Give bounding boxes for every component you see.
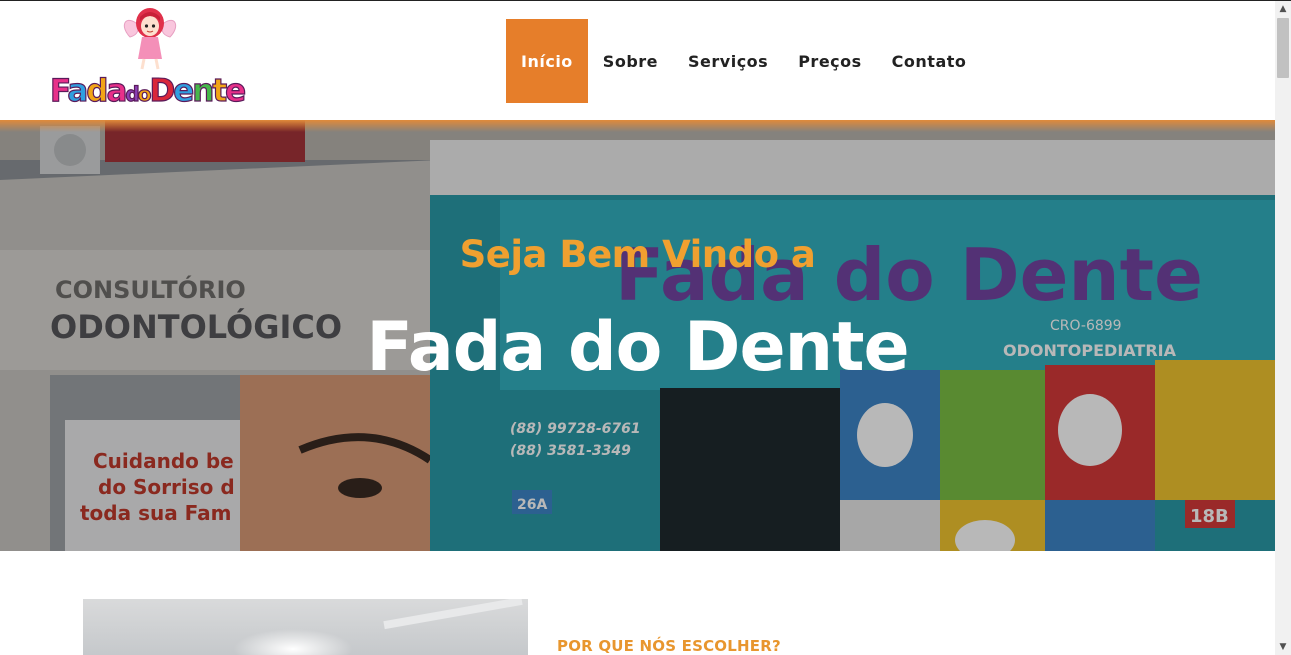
section-heading: POR QUE NÓS ESCOLHER? bbox=[557, 637, 781, 655]
nav-item-servicos[interactable]: Serviços bbox=[673, 19, 783, 103]
scroll-down-arrow-icon[interactable]: ▼ bbox=[1275, 639, 1291, 655]
logo-letter: F bbox=[49, 72, 70, 109]
logo-letter: e bbox=[225, 72, 247, 109]
logo-letter: d bbox=[125, 81, 141, 106]
nav-item-contato[interactable]: Contato bbox=[877, 19, 982, 103]
nav-item-sobre[interactable]: Sobre bbox=[588, 19, 673, 103]
page-scrollbar[interactable]: ▲ ▼ bbox=[1275, 1, 1291, 655]
clinic-interior-photo bbox=[83, 599, 528, 655]
logo-letter: n bbox=[192, 72, 215, 109]
nav-item-inicio[interactable]: Início bbox=[506, 19, 588, 103]
site-logo[interactable]: FadadoDente bbox=[49, 7, 250, 113]
tooth-fairy-icon bbox=[123, 8, 177, 70]
logo-letter: e bbox=[173, 72, 195, 109]
hero-title: Fada do Dente bbox=[366, 308, 909, 387]
ceiling-beam bbox=[383, 599, 523, 630]
site-header: FadadoDente Início Sobre Serviços Preços… bbox=[0, 1, 1275, 120]
hero-top-accent bbox=[0, 120, 1275, 132]
logo-letter: D bbox=[149, 72, 176, 109]
main-nav: Início Sobre Serviços Preços Contato bbox=[506, 19, 981, 103]
page: FadadoDente Início Sobre Serviços Preços… bbox=[0, 1, 1275, 655]
scroll-thumb[interactable] bbox=[1277, 18, 1289, 78]
hero-banner: CONSULTÓRIO ODONTOLÓGICO Cuidando be do … bbox=[0, 120, 1275, 551]
logo-letter: o bbox=[137, 81, 152, 106]
hero-subtitle: Seja Bem Vindo a bbox=[459, 233, 816, 276]
ceiling-light bbox=[233, 629, 353, 655]
logo-wordmark: FadadoDente bbox=[49, 72, 247, 113]
logo-letter: t bbox=[212, 72, 228, 109]
logo-letter: d bbox=[86, 72, 109, 109]
scroll-up-arrow-icon[interactable]: ▲ bbox=[1275, 1, 1291, 17]
logo-letter: a bbox=[106, 72, 128, 109]
nav-item-precos[interactable]: Preços bbox=[783, 19, 876, 103]
logo-letter: a bbox=[67, 72, 89, 109]
